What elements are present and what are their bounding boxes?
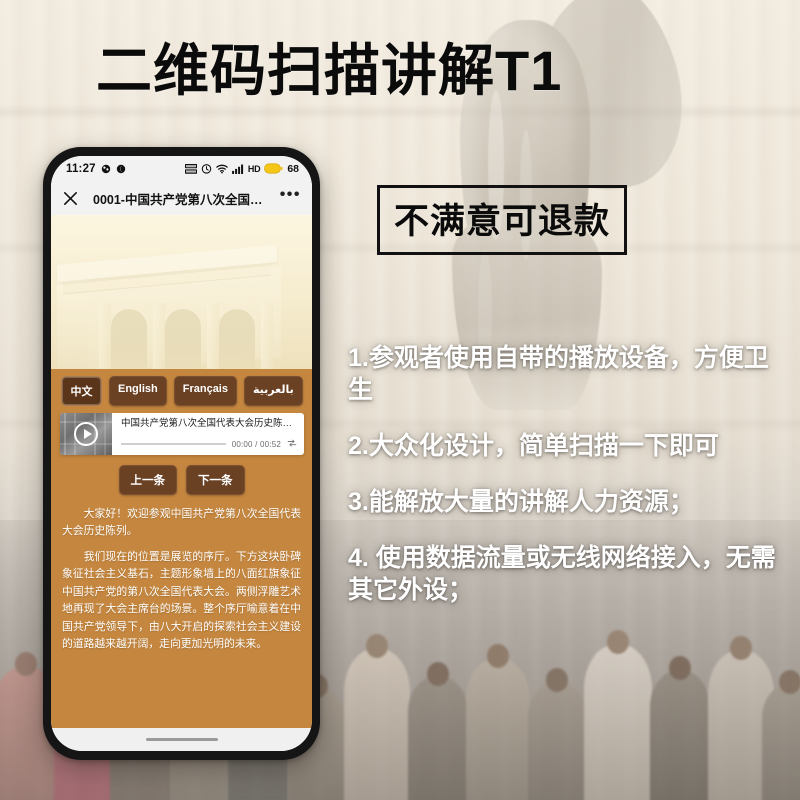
battery-percent-label: 68 [287,162,299,175]
status-bar: 11:27 HD 68 [51,156,312,181]
moon-icon [116,164,126,174]
narration-paragraph: 大家好！欢迎参观中国共产党第八次全国代表大会历史陈列。 [62,508,301,538]
selling-point-item: 4. 使用数据流量或无线网络接入，无需其它外设； [348,544,776,604]
audio-thumbnail [60,413,112,455]
next-track-button[interactable]: 下一条 [186,465,245,495]
selling-point-item: 3.能解放大量的讲解人力资源； [348,488,694,516]
narration-text: 大家好！欢迎参观中国共产党第八次全国代表大会历史陈列。 我们现在的位置是展览的序… [51,504,312,668]
alarm-clock-icon [201,163,212,174]
play-icon [83,429,92,439]
narration-paragraph: 我们现在的位置是展览的序厅。下方这块卧碑象征社会主义基石，主题形象墙上的八面红旗… [62,550,301,651]
audio-player[interactable]: 中国共产党第八次全国代表大会历史陈列 · 0001 00:00 / 00:52 [60,413,304,455]
audio-info: 中国共产党第八次全国代表大会历史陈列 · 0001 00:00 / 00:52 [112,413,304,455]
data-rate-icon [184,163,197,174]
language-button-ar[interactable]: بالعربية [243,376,303,406]
previous-track-button[interactable]: 上一条 [118,465,177,495]
selling-point-item: 1.参观者使用自带的播放设备，方便卫生 [348,344,769,404]
play-button[interactable] [74,422,98,446]
poster-canvas: 二维码扫描讲解T1 不满意可退款 1.参观者使用自带的播放设备，方便卫生 2.大… [0,0,800,800]
app-title: 0001-中国共产党第八次全国代表大... [93,192,272,207]
wifi-icon [216,164,228,174]
audio-progress-row: 00:00 / 00:52 [121,435,297,453]
signal-bars-icon [231,164,244,174]
selling-points-list: 1.参观者使用自带的播放设备，方便卫生 2.大众化设计，简单扫描一下即可 3.能… [348,342,780,606]
page-title: 二维码扫描讲解T1 [96,39,563,102]
language-button-fr[interactable]: Français [173,376,237,406]
audio-progress-track[interactable] [121,443,226,445]
audio-time-label: 00:00 / 00:52 [231,439,281,449]
alarm-dot-icon [101,164,111,174]
language-button-en[interactable]: English [109,376,167,406]
more-options-icon[interactable]: ••• [280,187,301,206]
refund-guarantee-badge: 不满意可退款 [377,185,628,255]
close-icon[interactable] [62,190,79,207]
hd-label: HD [247,163,261,174]
page-content: 中文 English Français بالعربية 中国共产党第八次全国代… [51,215,312,728]
repeat-icon[interactable] [287,435,297,453]
museum-hero-image [51,215,312,369]
home-indicator-bar [51,728,312,751]
home-indicator[interactable] [145,738,218,741]
phone-screen: 11:27 HD 68 0001-中国共产党第八次全国代 ••• 中文 Engl… [51,156,312,751]
language-button-zh[interactable]: 中文 [61,376,102,406]
status-clock: 11:27 [66,162,96,175]
audio-title: 中国共产党第八次全国代表大会历史陈列 · 0001 [121,418,297,429]
phone-mockup: 11:27 HD 68 0001-中国共产党第八次全国代 ••• 中文 Engl… [43,147,320,760]
language-selector: 中文 English Français بالعربية [51,369,312,413]
app-top-bar: 0001-中国共产党第八次全国代表大... ••• [51,181,312,215]
track-navigation: 上一条 下一条 [51,455,312,504]
battery-icon [264,163,283,174]
selling-point-item: 2.大众化设计，简单扫描一下即可 [348,432,719,460]
